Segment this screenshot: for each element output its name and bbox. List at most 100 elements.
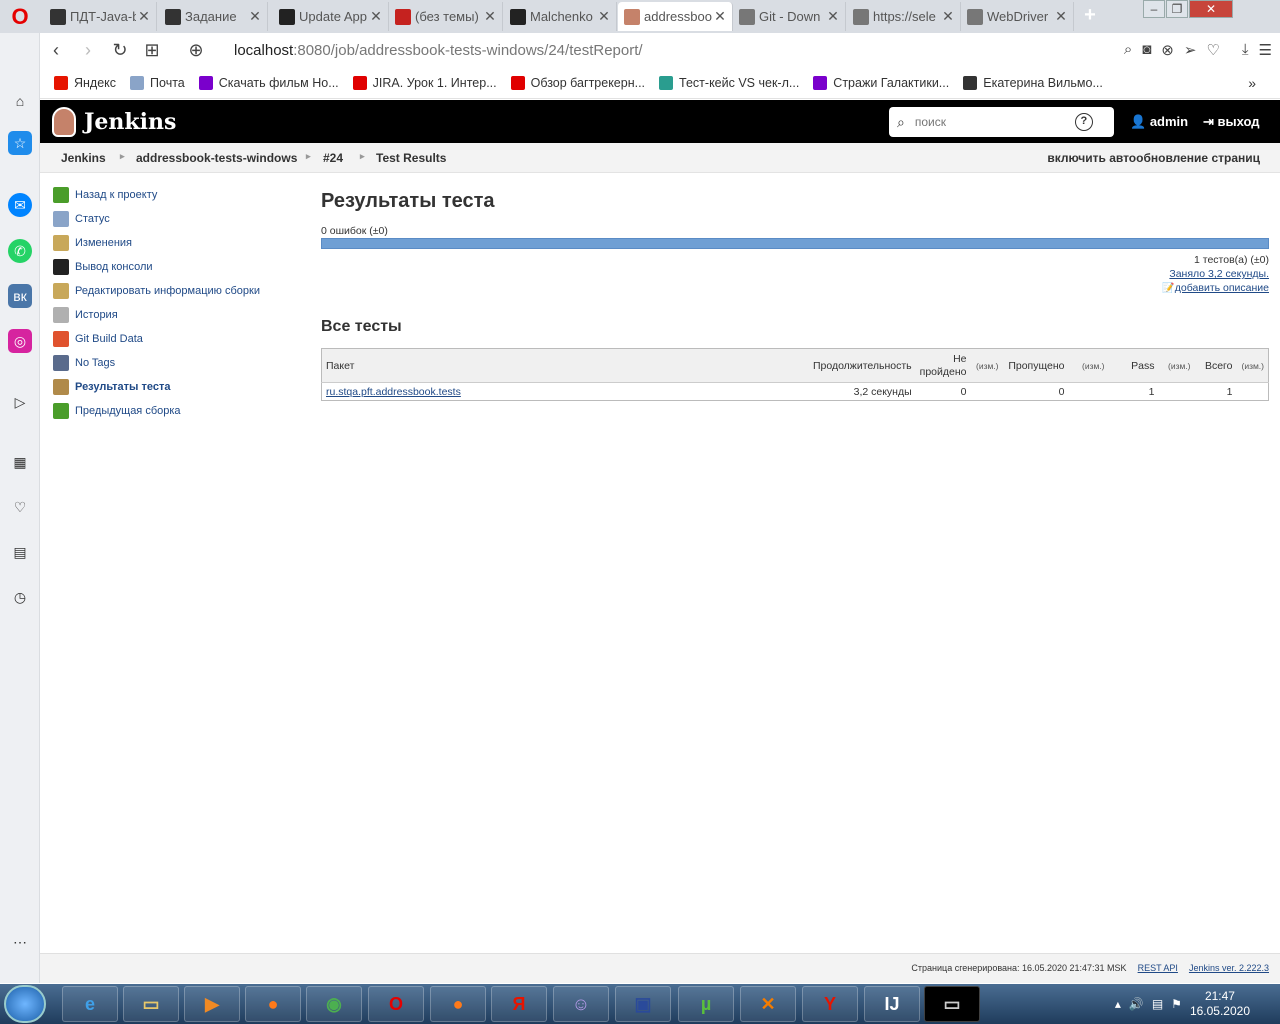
col-pass[interactable]: Pass xyxy=(1108,348,1159,383)
browser-tab[interactable]: WebDriver ✕ xyxy=(961,2,1074,31)
close-tab-icon[interactable]: ✕ xyxy=(247,8,263,25)
package-link[interactable]: ru.stqa.pft.addressbook.tests xyxy=(326,386,461,398)
bookmark-item[interactable]: Екатерина Вильмо... xyxy=(963,75,1103,90)
bookmark-item[interactable]: Яндекс xyxy=(54,75,116,90)
browser-tab[interactable]: addressboo ✕ xyxy=(618,2,733,31)
auto-refresh-link[interactable]: включить автообновление страниц xyxy=(1047,151,1260,165)
task-item[interactable]: No Tags xyxy=(53,351,303,375)
col-failed-diff[interactable]: (изм.) xyxy=(976,361,999,371)
news-icon[interactable]: ▤ xyxy=(8,540,32,564)
firefox-dev-icon[interactable]: ● xyxy=(430,986,486,1022)
close-tab-icon[interactable]: ✕ xyxy=(825,8,841,25)
breadcrumb-build[interactable]: #24 xyxy=(323,151,343,165)
save-icon[interactable]: ▣ xyxy=(615,986,671,1022)
col-duration[interactable]: Продолжительность xyxy=(805,348,916,383)
task-item[interactable]: Назад к проекту xyxy=(53,183,303,207)
send-icon[interactable]: ➢ xyxy=(1184,41,1197,59)
github-desktop-icon[interactable]: ☺ xyxy=(553,986,609,1022)
jenkins-version-link[interactable]: Jenkins ver. 2.222.3 xyxy=(1189,963,1269,973)
col-total-diff[interactable]: (изм.) xyxy=(1241,361,1264,371)
forward-icon[interactable]: › xyxy=(72,40,104,61)
opera-menu-icon[interactable]: O xyxy=(0,0,40,33)
opera-taskbar-icon[interactable]: O xyxy=(368,986,424,1022)
ie-icon[interactable]: e xyxy=(62,986,118,1022)
bookmark-item[interactable]: Скачать фильм Но... xyxy=(198,75,339,90)
task-item[interactable]: Редактировать информацию сборки xyxy=(53,279,303,303)
utorrent-icon[interactable]: µ xyxy=(678,986,734,1022)
task-item[interactable]: История xyxy=(53,303,303,327)
speed-dial-icon[interactable]: ⊞ xyxy=(136,40,168,61)
close-window-button[interactable]: ✕ xyxy=(1189,0,1233,18)
close-tab-icon[interactable]: ✕ xyxy=(482,8,498,25)
favorites-icon[interactable]: ♡ xyxy=(8,495,32,519)
close-tab-icon[interactable]: ✕ xyxy=(368,8,384,25)
col-pass-diff[interactable]: (изм.) xyxy=(1168,361,1191,371)
browser-tab[interactable]: https://sele ✕ xyxy=(847,2,961,31)
close-tab-icon[interactable]: ✕ xyxy=(712,8,728,25)
took-link[interactable]: Заняло 3,2 секунды. xyxy=(1169,268,1269,280)
whatsapp-icon[interactable]: ✆ xyxy=(8,239,32,263)
yandex-browser-icon[interactable]: Я xyxy=(491,986,547,1022)
browser-tab[interactable]: Git - Down ✕ xyxy=(733,2,846,31)
bookmark-item[interactable]: JIRA. Урок 1. Интер... xyxy=(352,75,497,90)
new-tab-button[interactable]: + xyxy=(1078,4,1102,28)
download-icon[interactable]: ⤓ xyxy=(1242,41,1249,59)
task-item[interactable]: Изменения xyxy=(53,231,303,255)
xampp-icon[interactable]: ✕ xyxy=(740,986,796,1022)
close-tab-icon[interactable]: ✕ xyxy=(136,8,152,25)
browser-tab[interactable]: Update App ✕ xyxy=(273,2,389,31)
breadcrumb-test-results[interactable]: Test Results xyxy=(376,151,446,165)
reload-icon[interactable]: ↻ xyxy=(104,40,136,61)
breadcrumb-job[interactable]: addressbook-tests-windows xyxy=(136,151,297,165)
home-icon[interactable]: ⌂ xyxy=(8,89,32,113)
history-icon[interactable]: ◷ xyxy=(8,585,32,609)
task-item[interactable]: Вывод консоли xyxy=(53,255,303,279)
task-item[interactable]: Результаты теста xyxy=(53,375,303,399)
messenger-icon[interactable]: ✉ xyxy=(8,193,32,217)
minimize-button[interactable]: – xyxy=(1143,0,1165,18)
cmd-icon[interactable]: ▭ xyxy=(924,986,980,1022)
vk-icon[interactable]: вк xyxy=(8,284,32,308)
logout-link[interactable]: ⇥ выход xyxy=(1203,114,1260,130)
search-page-icon[interactable]: ⌕ xyxy=(1124,41,1132,59)
col-skipped-diff[interactable]: (изм.) xyxy=(1082,361,1105,371)
media-player-icon[interactable]: ▶ xyxy=(184,986,240,1022)
start-button[interactable] xyxy=(4,985,46,1023)
more-options-icon[interactable]: ⋯ xyxy=(8,930,32,954)
speed-dial-sidebar-icon[interactable]: ☆ xyxy=(8,131,32,155)
url-field[interactable]: localhost:8080/job/addressbook-tests-win… xyxy=(234,42,643,59)
yandex-icon[interactable]: Y xyxy=(802,986,858,1022)
maximize-button[interactable]: ❐ xyxy=(1166,0,1188,18)
col-total[interactable]: Всего xyxy=(1194,348,1237,383)
explorer-icon[interactable]: ▭ xyxy=(123,986,179,1022)
browser-tab[interactable]: Задание ✕ xyxy=(159,2,268,31)
breadcrumb-jenkins[interactable]: Jenkins xyxy=(61,151,106,165)
col-failed[interactable]: Не пройдено xyxy=(915,348,971,383)
browser-tab[interactable]: (без темы) ✕ xyxy=(389,2,503,31)
bookmark-item[interactable]: Стражи Галактики... xyxy=(813,75,949,90)
block-icon[interactable]: ⊗ xyxy=(1161,41,1174,59)
close-tab-icon[interactable]: ✕ xyxy=(1053,8,1069,25)
col-package[interactable]: Пакет xyxy=(321,348,806,383)
bookmark-item[interactable]: Почта xyxy=(130,75,185,90)
add-description-link[interactable]: добавить описание xyxy=(1175,282,1269,294)
task-item[interactable]: Статус xyxy=(53,207,303,231)
instagram-icon[interactable]: ◎ xyxy=(8,329,32,353)
network-icon[interactable]: ▤ xyxy=(1152,997,1163,1011)
help-icon[interactable]: ? xyxy=(1074,113,1093,131)
easy-setup-icon[interactable]: ☰ xyxy=(1259,41,1272,59)
col-skipped[interactable]: Пропущено xyxy=(1002,348,1069,383)
clock[interactable]: 21:47 16.05.2020 xyxy=(1190,989,1250,1019)
heart-icon[interactable]: ♡ xyxy=(1206,41,1219,59)
more-bookmarks-icon[interactable]: » xyxy=(1248,75,1256,91)
flow-icon[interactable]: ▷ xyxy=(8,390,32,414)
browser-tab[interactable]: Malchenko ✕ xyxy=(504,2,617,31)
rest-api-link[interactable]: REST API xyxy=(1138,963,1178,973)
workspaces-icon[interactable]: ▦ xyxy=(8,450,32,474)
back-icon[interactable]: ‹ xyxy=(40,40,72,61)
tray-expand-icon[interactable]: ▴ xyxy=(1115,997,1121,1011)
intellij-icon[interactable]: IJ xyxy=(864,986,920,1022)
user-link[interactable]: 👤 admin xyxy=(1130,114,1188,130)
bookmark-item[interactable]: Тест-кейс VS чек-л... xyxy=(659,75,799,90)
close-tab-icon[interactable]: ✕ xyxy=(940,8,956,25)
